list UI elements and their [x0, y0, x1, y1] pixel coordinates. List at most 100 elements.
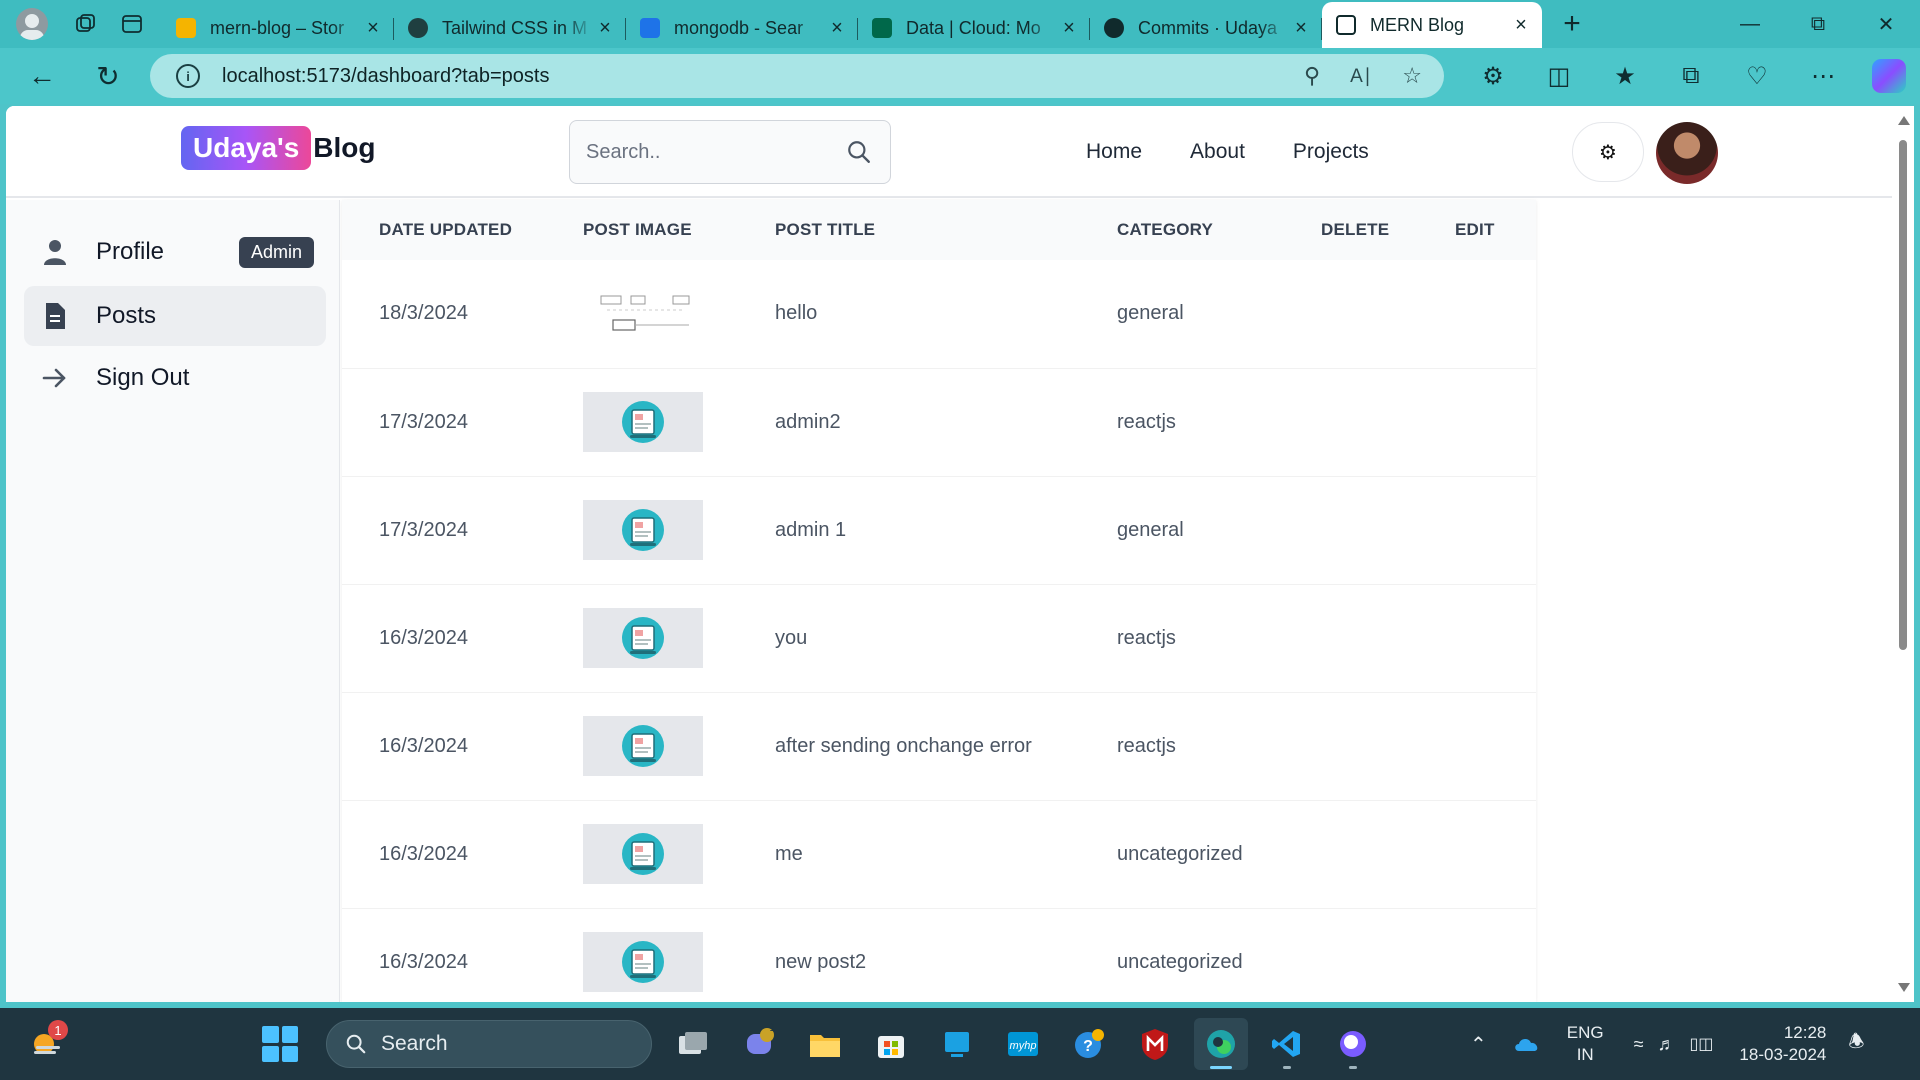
- post-title-link[interactable]: new post2: [738, 908, 1080, 1002]
- close-tab-icon[interactable]: ×: [1510, 14, 1532, 37]
- column-header: POST TITLE: [775, 220, 876, 239]
- site-logo[interactable]: Udaya's Blog: [181, 126, 376, 170]
- read-aloud-icon[interactable]: A∣: [1350, 65, 1372, 88]
- scroll-up-icon[interactable]: [1898, 116, 1910, 125]
- desktop-app-icon[interactable]: [930, 1018, 984, 1070]
- volume-icon[interactable]: ♬: [1658, 1034, 1676, 1055]
- new-tab-button[interactable]: +: [1550, 7, 1594, 41]
- post-image-cell: [546, 476, 738, 584]
- close-tab-icon[interactable]: ×: [826, 17, 848, 40]
- sidebar-item-posts[interactable]: Posts: [24, 286, 326, 346]
- collections-icon[interactable]: ⧉: [1658, 62, 1724, 90]
- browser-toolbar: ← ↻ i localhost:5173/dashboard?tab=posts…: [0, 48, 1920, 104]
- post-image-thumbnail[interactable]: [583, 716, 703, 776]
- browser-tab[interactable]: MERN Blog ×: [1322, 2, 1542, 48]
- close-tab-icon[interactable]: ×: [1290, 17, 1312, 40]
- wifi-icon[interactable]: ≈: [1634, 1034, 1644, 1055]
- post-image-thumbnail[interactable]: [583, 932, 703, 992]
- user-avatar[interactable]: [1656, 122, 1718, 184]
- search-icon[interactable]: [846, 139, 872, 165]
- browser-tab[interactable]: mern-blog – Stor ×: [162, 8, 394, 48]
- notification-bell-icon[interactable]: 🕭: [1848, 1029, 1864, 1059]
- favorites-icon[interactable]: ★: [1592, 62, 1658, 91]
- search-icon: [640, 18, 660, 38]
- table-row: 17/3/2024 admin2 reactjs: [342, 368, 1536, 476]
- task-view-icon[interactable]: [666, 1018, 720, 1070]
- myhp-icon[interactable]: myhp: [996, 1018, 1050, 1070]
- search-box: [569, 120, 891, 184]
- post-image-cell: [546, 800, 738, 908]
- file-explorer-icon[interactable]: [798, 1018, 852, 1070]
- edge-browser-icon[interactable]: [1194, 1018, 1248, 1070]
- scrollbar-thumb[interactable]: [1899, 140, 1907, 650]
- posts-table: DATE UPDATED POST IMAGE POST TITLE CATEG…: [342, 200, 1536, 1002]
- edit-cell: [1418, 368, 1536, 476]
- windows-start-icon[interactable]: [262, 1026, 298, 1062]
- search-input[interactable]: [586, 140, 826, 164]
- url-text[interactable]: localhost:5173/dashboard?tab=posts: [222, 65, 549, 88]
- post-title-link[interactable]: admin 1: [738, 476, 1080, 584]
- screen-recorder-icon[interactable]: [1326, 1018, 1380, 1070]
- post-title-link[interactable]: me: [738, 800, 1080, 908]
- workspaces-icon[interactable]: [66, 4, 106, 44]
- refresh-icon[interactable]: ↻: [84, 52, 132, 100]
- vertical-tabs-icon[interactable]: [112, 4, 152, 44]
- minimize-icon[interactable]: —: [1716, 0, 1784, 48]
- password-key-icon[interactable]: ⚲: [1304, 63, 1320, 89]
- browser-tab[interactable]: Data | Cloud: Mo ×: [858, 8, 1090, 48]
- delete-cell: [1284, 584, 1418, 692]
- microsoft-store-icon[interactable]: [864, 1018, 918, 1070]
- teams-chat-icon[interactable]: 1: [732, 1018, 786, 1070]
- posts-table-container: DATE UPDATED POST IMAGE POST TITLE CATEG…: [342, 200, 1536, 1002]
- onedrive-icon[interactable]: [1513, 1035, 1541, 1053]
- copilot-icon[interactable]: [1872, 59, 1906, 93]
- browser-essentials-icon[interactable]: ♡: [1724, 62, 1790, 91]
- post-image-thumbnail[interactable]: [583, 500, 703, 560]
- close-tab-icon[interactable]: ×: [594, 17, 616, 40]
- scroll-down-icon[interactable]: [1898, 983, 1910, 992]
- window-controls: — ⧉ ✕: [1716, 0, 1920, 48]
- nav-projects[interactable]: Projects: [1293, 140, 1369, 164]
- restore-icon[interactable]: ⧉: [1784, 0, 1852, 48]
- browser-tab[interactable]: Commits · Udaya ×: [1090, 8, 1322, 48]
- sidebar-item-label: Posts: [96, 302, 157, 329]
- post-title-link[interactable]: hello: [738, 260, 1080, 368]
- browser-tab[interactable]: mongodb - Sear ×: [626, 8, 858, 48]
- address-bar[interactable]: i localhost:5173/dashboard?tab=posts ⚲ A…: [150, 54, 1444, 98]
- favorite-star-icon[interactable]: ☆: [1402, 63, 1422, 89]
- vscode-icon[interactable]: [1260, 1018, 1314, 1070]
- browser-tab[interactable]: Tailwind CSS in M ×: [394, 8, 626, 48]
- more-options-icon[interactable]: ⋯: [1790, 62, 1856, 91]
- page-scrollbar[interactable]: [1892, 106, 1914, 1002]
- get-help-icon[interactable]: ?: [1062, 1018, 1116, 1070]
- close-window-icon[interactable]: ✕: [1852, 0, 1920, 48]
- split-screen-icon[interactable]: ◫: [1526, 62, 1592, 91]
- back-icon[interactable]: ←: [18, 52, 66, 100]
- language-indicator[interactable]: ENG IN: [1567, 1022, 1604, 1066]
- delete-cell: [1284, 692, 1418, 800]
- post-image-thumbnail[interactable]: [583, 392, 703, 452]
- post-image-thumbnail[interactable]: [583, 283, 703, 344]
- sidebar-item-sign-out[interactable]: Sign Out: [24, 348, 326, 408]
- browser-profile-avatar[interactable]: [16, 8, 48, 40]
- mcafee-icon[interactable]: [1128, 1018, 1182, 1070]
- sidebar-item-profile[interactable]: Profile Admin: [24, 222, 326, 282]
- close-tab-icon[interactable]: ×: [1058, 17, 1080, 40]
- clock[interactable]: 12:28 18-03-2024: [1739, 1022, 1826, 1066]
- region-code: IN: [1576, 1045, 1594, 1064]
- post-image-thumbnail[interactable]: [583, 824, 703, 884]
- site-info-icon[interactable]: i: [176, 64, 200, 88]
- chevron-up-icon[interactable]: ⌃: [1470, 1032, 1487, 1057]
- extensions-icon[interactable]: ⚙: [1460, 62, 1526, 91]
- taskbar-search[interactable]: Search: [326, 1020, 652, 1068]
- firebase-icon: [176, 18, 196, 38]
- post-title-link[interactable]: admin2: [738, 368, 1080, 476]
- post-title-link[interactable]: you: [738, 584, 1080, 692]
- close-tab-icon[interactable]: ×: [362, 17, 384, 40]
- nav-home[interactable]: Home: [1086, 140, 1142, 164]
- theme-toggle-button[interactable]: ⚙: [1572, 122, 1644, 182]
- nav-about[interactable]: About: [1190, 140, 1245, 164]
- post-title-link[interactable]: after sending onchange error: [738, 692, 1080, 800]
- battery-icon[interactable]: ▯◫: [1690, 1034, 1714, 1054]
- post-image-thumbnail[interactable]: [583, 608, 703, 668]
